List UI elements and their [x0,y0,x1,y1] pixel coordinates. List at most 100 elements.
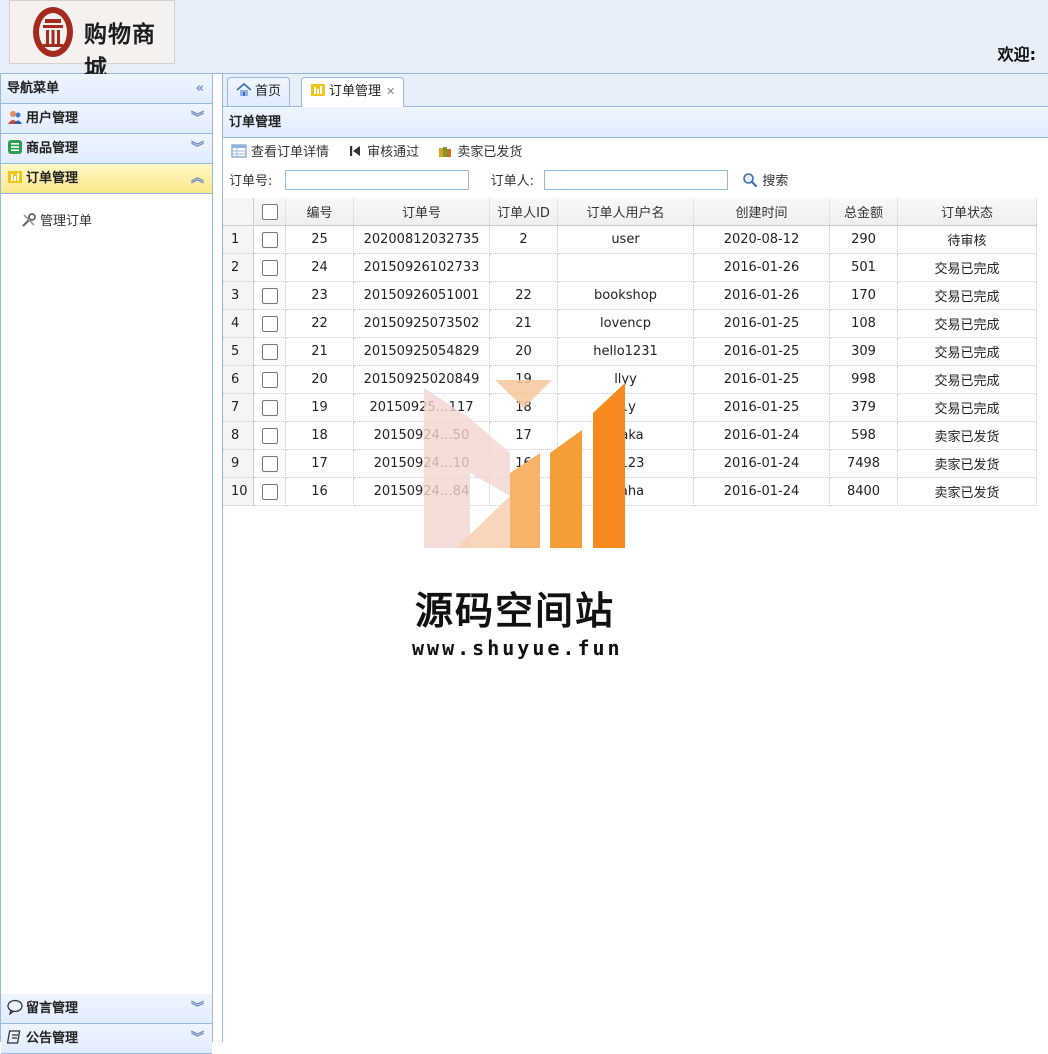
cell-id: 24 [285,253,354,282]
sidebar-section-goods[interactable]: 商品管理 ︾ [1,134,212,164]
chevron-down-icon[interactable]: ︾ [191,104,204,133]
chevron-down-icon[interactable]: ︾ [191,994,204,1023]
grid-title: 订单管理 [223,107,1048,138]
comment-icon [7,999,23,1015]
table-row[interactable]: 1 25 20200812032735 2 user 2020-08-12 290 待审核 [223,225,1037,254]
cell-total: 598 [829,421,898,450]
cell-username: lovencp [557,309,694,338]
cell-total: 998 [829,365,898,394]
tab-order-management[interactable]: 订单管理 ✕ [301,77,405,107]
row-select-cell [253,309,286,338]
orderer-label: 订单人: [490,174,535,189]
tools-icon [22,213,36,227]
table-body: 1 25 20200812032735 2 user 2020-08-12 290 待审核 2 2… [223,225,1037,506]
column-header[interactable]: 订单人ID [489,198,558,226]
order-icon [8,171,22,183]
collapse-left-icon[interactable]: « [196,74,204,103]
row-checkbox[interactable] [261,455,278,472]
tree-item-label: 管理订单 [40,214,93,229]
cell-status: 交易已完成 [897,281,1037,310]
tab-label: 首页 [255,84,282,99]
select-all-checkbox[interactable] [261,203,278,220]
sidebar-section-notices[interactable]: 公告管理 ︾ [1,1024,212,1054]
table-row[interactable]: 6 20 20150925020849 19 llyy 2016-01-25 998 交易已完… [223,365,1037,394]
cell-order-no: 20150924…84 [353,477,490,506]
table-row[interactable]: 4 22 20150925073502 21 lovencp 2016-01-25 108 交… [223,309,1037,338]
sidebar-title-label: 导航菜单 [7,81,60,96]
cell-order-no: 20150925054829 [353,337,490,366]
row-select-cell [253,281,286,310]
cell-username: …aha [557,477,694,506]
cell-user-id: 18 [489,393,558,422]
cell-id: 19 [285,393,354,422]
chevron-up-icon[interactable]: ︽ [191,164,204,193]
row-select-cell [253,225,286,254]
row-checkbox[interactable] [261,259,278,276]
table-row[interactable]: 3 23 20150926051001 22 bookshop 2016-01-26 170… [223,281,1037,310]
row-checkbox[interactable] [261,287,278,304]
row-checkbox[interactable] [261,427,278,444]
row-number: 1 [223,225,254,254]
cell-id: 23 [285,281,354,310]
table-row[interactable]: 5 21 20150925054829 20 hello1231 2016-01-25 30… [223,337,1037,366]
row-checkbox[interactable] [261,343,278,360]
seller-shipped-button[interactable]: 卖家已发货 [437,138,522,168]
cell-created-time: 2016-01-25 [693,337,830,366]
watermark-url: www.shuyue.fun [412,636,623,660]
cell-order-no: 20200812032735 [353,225,490,254]
row-number: 9 [223,449,254,478]
chevron-down-icon[interactable]: ︾ [191,1024,204,1053]
search-button[interactable]: 搜索 [742,168,788,196]
cell-username: …123 [557,449,694,478]
column-header[interactable]: 创建时间 [693,198,830,226]
approve-button[interactable]: 审核通过 [347,138,419,168]
cell-user-id: 16 [489,449,558,478]
sidebar-section-label: 商品管理 [26,141,79,156]
row-number: 8 [223,421,254,450]
tabs-bar: 首页 订单管理 ✕ [222,74,1048,107]
column-header[interactable]: 订单人用户名 [557,198,694,226]
cell-status: 交易已完成 [897,393,1037,422]
cell-id: 20 [285,365,354,394]
cell-status: 交易已完成 [897,337,1037,366]
cell-status: 卖家已发货 [897,477,1037,506]
cell-created-time: 2016-01-25 [693,365,830,394]
tree-item-manage-orders[interactable]: 管理订单 [21,210,92,229]
cell-order-no: 20150925073502 [353,309,490,338]
cell-user-id: 22 [489,281,558,310]
orderer-input[interactable] [544,170,729,190]
close-icon[interactable]: ✕ [386,85,395,98]
sidebar-section-users[interactable]: 用户管理 ︾ [1,104,212,134]
cell-created-time: 2016-01-26 [693,281,830,310]
row-checkbox[interactable] [261,231,278,248]
cell-user-id: 19 [489,365,558,394]
view-order-detail-button[interactable]: 查看订单详情 [231,138,329,168]
sidebar-section-orders[interactable]: 订单管理 ︽ [1,164,212,194]
sidebar-section-label: 用户管理 [26,111,79,126]
cell-created-time: 2016-01-24 [693,449,830,478]
table-row[interactable]: 10 16 20150924…84 …aha 2016-01-24 8400 卖家已发货 [223,477,1037,506]
row-checkbox[interactable] [261,371,278,388]
cell-id: 25 [285,225,354,254]
row-checkbox[interactable] [261,399,278,416]
row-checkbox[interactable] [261,483,278,500]
table-row[interactable]: 2 24 20150926102733 2016-01-26 501 交易已完成 [223,253,1037,282]
table-row[interactable]: 9 17 20150924…10 16 …123 2016-01-24 7498 卖家已发货 [223,449,1037,478]
row-checkbox[interactable] [261,315,278,332]
chevron-down-icon[interactable]: ︾ [191,134,204,163]
cell-created-time: 2016-01-25 [693,393,830,422]
table-row[interactable]: 8 18 20150924…50 17 …aka 2016-01-24 598 卖家已发货 [223,421,1037,450]
cell-username: …aka [557,421,694,450]
order-no-input[interactable] [284,170,469,190]
column-header[interactable]: 订单状态 [897,198,1037,226]
column-header[interactable]: 编号 [285,198,354,226]
cell-total: 108 [829,309,898,338]
sidebar-section-comments[interactable]: 留言管理 ︾ [1,994,212,1024]
cell-user-id: 20 [489,337,558,366]
cell-user-id: 21 [489,309,558,338]
column-header[interactable]: 订单号 [353,198,490,226]
cell-total: 501 [829,253,898,282]
tab-home[interactable]: 首页 [227,77,291,106]
column-header[interactable]: 总金额 [829,198,898,226]
table-row[interactable]: 7 19 20150925…117 18 …y 2016-01-25 379 交易已完成 [223,393,1037,422]
